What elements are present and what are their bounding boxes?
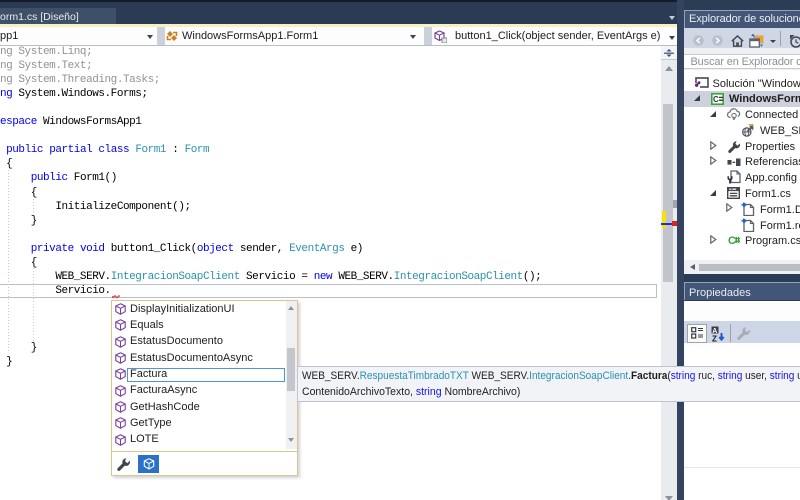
svg-text:C: C — [713, 95, 719, 104]
svg-text:Z: Z — [712, 335, 717, 343]
svg-text:C: C — [728, 235, 736, 246]
